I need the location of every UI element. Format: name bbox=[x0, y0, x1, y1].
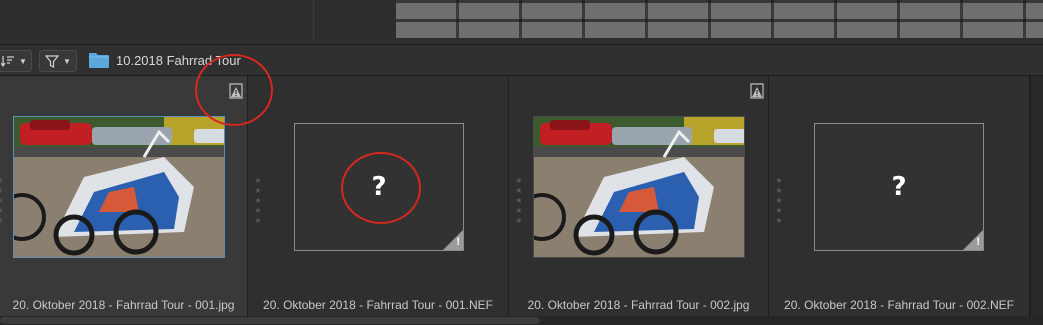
exclamation-icon: ! bbox=[976, 236, 980, 248]
missing-file-warning-icon[interactable] bbox=[749, 82, 765, 100]
vertical-scrollbar[interactable] bbox=[1030, 76, 1043, 316]
thumbnail-grid: ★★★★★ 20. Oktober 2018 bbox=[0, 76, 1043, 325]
rating-stars[interactable]: ★★★★★ bbox=[775, 176, 783, 226]
preview-image bbox=[396, 0, 1043, 38]
preview-area bbox=[0, 0, 1043, 44]
thumbnail-cell[interactable]: ★ ★ ★ ★ ★ ? ! 20. Oktober 2018 - Fahrrad Tou… bbox=[769, 76, 1030, 316]
warning-corner-badge bbox=[443, 230, 463, 250]
bike-trailer-photo bbox=[534, 117, 744, 257]
annotation-circle bbox=[341, 152, 421, 224]
missing-preview-question-icon: ? bbox=[891, 172, 907, 202]
missing-preview-thumbnail[interactable]: ? ! bbox=[814, 123, 984, 251]
annotation-circle bbox=[195, 54, 273, 126]
panel-divider bbox=[313, 0, 314, 40]
horizontal-scrollbar[interactable] bbox=[0, 316, 1043, 325]
thumbnail-cell[interactable]: ★★★★★ 20. Oktober 2018 bbox=[509, 76, 769, 316]
filter-funnel-icon bbox=[45, 54, 60, 68]
rating-stars[interactable]: ★★★★★ bbox=[515, 176, 523, 226]
sort-button[interactable]: ▼ bbox=[0, 50, 32, 72]
browser-toolbar: ▼ ▼ 10.2018 Fahrrad Tour bbox=[0, 44, 1043, 76]
scrollbar-thumb[interactable] bbox=[0, 317, 540, 324]
photo-thumbnail[interactable] bbox=[13, 116, 225, 258]
photo-thumbnail[interactable] bbox=[533, 116, 745, 258]
warning-corner-badge bbox=[963, 230, 983, 250]
thumbnail-filename: 20. Oktober 2018 - Fahrrad Tour - 001.jp… bbox=[12, 298, 235, 312]
thumbnail-filename: 20. Oktober 2018 - Fahrrad Tour - 001.NE… bbox=[263, 298, 493, 312]
thumbnail-filename: 20. Oktober 2018 - Fahrrad Tour - 002.jp… bbox=[527, 298, 750, 312]
chevron-down-icon: ▼ bbox=[19, 56, 27, 66]
chevron-down-icon: ▼ bbox=[63, 56, 71, 66]
rating-stars[interactable]: ★★★★★ bbox=[0, 176, 4, 226]
bike-trailer-photo bbox=[14, 117, 224, 257]
thumbnail-filename: 20. Oktober 2018 - Fahrrad Tour - 002.NE… bbox=[784, 298, 1014, 312]
folder-icon bbox=[89, 52, 109, 68]
exclamation-icon: ! bbox=[456, 236, 460, 248]
filter-button[interactable]: ▼ bbox=[39, 50, 77, 72]
sort-descending-icon bbox=[1, 55, 15, 67]
rating-stars[interactable]: ★★★★★ bbox=[254, 176, 262, 226]
